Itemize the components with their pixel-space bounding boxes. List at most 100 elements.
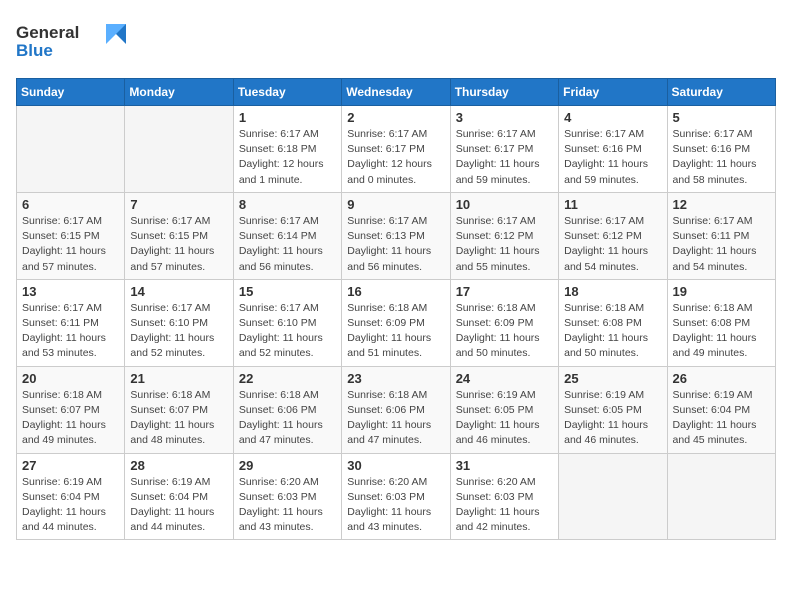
day-number: 20 xyxy=(22,371,119,386)
day-info: Sunrise: 6:18 AM Sunset: 6:06 PM Dayligh… xyxy=(239,388,336,449)
calendar-table: SundayMondayTuesdayWednesdayThursdayFrid… xyxy=(16,78,776,540)
day-info: Sunrise: 6:17 AM Sunset: 6:17 PM Dayligh… xyxy=(347,127,444,188)
day-number: 5 xyxy=(673,110,770,125)
day-info: Sunrise: 6:18 AM Sunset: 6:08 PM Dayligh… xyxy=(564,301,661,362)
svg-text:Blue: Blue xyxy=(16,41,53,60)
day-number: 19 xyxy=(673,284,770,299)
day-info: Sunrise: 6:18 AM Sunset: 6:07 PM Dayligh… xyxy=(130,388,227,449)
day-info: Sunrise: 6:19 AM Sunset: 6:05 PM Dayligh… xyxy=(564,388,661,449)
day-info: Sunrise: 6:19 AM Sunset: 6:04 PM Dayligh… xyxy=(130,475,227,536)
calendar-cell: 1 Sunrise: 6:17 AM Sunset: 6:18 PM Daylig… xyxy=(233,106,341,193)
calendar-cell: 15 Sunrise: 6:17 AM Sunset: 6:10 PM Dayli… xyxy=(233,279,341,366)
day-number: 26 xyxy=(673,371,770,386)
day-number: 7 xyxy=(130,197,227,212)
calendar-cell: 12 Sunrise: 6:17 AM Sunset: 6:11 PM Dayli… xyxy=(667,192,775,279)
day-info: Sunrise: 6:18 AM Sunset: 6:08 PM Dayligh… xyxy=(673,301,770,362)
calendar-week-row: 6 Sunrise: 6:17 AM Sunset: 6:15 PM Daylig… xyxy=(17,192,776,279)
day-number: 29 xyxy=(239,458,336,473)
day-number: 9 xyxy=(347,197,444,212)
day-number: 30 xyxy=(347,458,444,473)
calendar-cell: 20 Sunrise: 6:18 AM Sunset: 6:07 PM Dayli… xyxy=(17,366,125,453)
day-number: 24 xyxy=(456,371,553,386)
calendar-week-row: 27 Sunrise: 6:19 AM Sunset: 6:04 PM Dayli… xyxy=(17,453,776,540)
calendar-cell: 13Sunrise: 6:17 AM Sunset: 6:11 PM Dayli… xyxy=(17,279,125,366)
day-info: Sunrise: 6:18 AM Sunset: 6:09 PM Dayligh… xyxy=(347,301,444,362)
day-number: 10 xyxy=(456,197,553,212)
calendar-cell: 8 Sunrise: 6:17 AM Sunset: 6:14 PM Daylig… xyxy=(233,192,341,279)
calendar-cell xyxy=(667,453,775,540)
day-number: 6 xyxy=(22,197,119,212)
calendar-cell: 22Sunrise: 6:18 AM Sunset: 6:06 PM Dayli… xyxy=(233,366,341,453)
calendar-cell: 6 Sunrise: 6:17 AM Sunset: 6:15 PM Daylig… xyxy=(17,192,125,279)
day-info: Sunrise: 6:18 AM Sunset: 6:09 PM Dayligh… xyxy=(456,301,553,362)
header-tuesday: Tuesday xyxy=(233,79,341,106)
calendar-cell: 31Sunrise: 6:20 AM Sunset: 6:03 PM Dayli… xyxy=(450,453,558,540)
day-number: 15 xyxy=(239,284,336,299)
header-wednesday: Wednesday xyxy=(342,79,450,106)
calendar-cell: 25 Sunrise: 6:19 AM Sunset: 6:05 PM Dayli… xyxy=(559,366,667,453)
day-number: 2 xyxy=(347,110,444,125)
day-info: Sunrise: 6:17 AM Sunset: 6:17 PM Dayligh… xyxy=(456,127,553,188)
calendar-cell: 23Sunrise: 6:18 AM Sunset: 6:06 PM Dayli… xyxy=(342,366,450,453)
day-info: Sunrise: 6:20 AM Sunset: 6:03 PM Dayligh… xyxy=(456,475,553,536)
day-info: Sunrise: 6:18 AM Sunset: 6:07 PM Dayligh… xyxy=(22,388,119,449)
calendar-cell: 24 Sunrise: 6:19 AM Sunset: 6:05 PM Dayli… xyxy=(450,366,558,453)
day-number: 21 xyxy=(130,371,227,386)
day-number: 27 xyxy=(22,458,119,473)
header-thursday: Thursday xyxy=(450,79,558,106)
day-info: Sunrise: 6:20 AM Sunset: 6:03 PM Dayligh… xyxy=(239,475,336,536)
day-info: Sunrise: 6:19 AM Sunset: 6:04 PM Dayligh… xyxy=(673,388,770,449)
day-number: 18 xyxy=(564,284,661,299)
header-monday: Monday xyxy=(125,79,233,106)
day-number: 8 xyxy=(239,197,336,212)
day-number: 16 xyxy=(347,284,444,299)
day-info: Sunrise: 6:17 AM Sunset: 6:11 PM Dayligh… xyxy=(673,214,770,275)
day-number: 12 xyxy=(673,197,770,212)
calendar-cell: 3 Sunrise: 6:17 AM Sunset: 6:17 PM Daylig… xyxy=(450,106,558,193)
day-info: Sunrise: 6:17 AM Sunset: 6:15 PM Dayligh… xyxy=(22,214,119,275)
day-info: Sunrise: 6:17 AM Sunset: 6:16 PM Dayligh… xyxy=(564,127,661,188)
calendar-cell: 19 Sunrise: 6:18 AM Sunset: 6:08 PM Dayli… xyxy=(667,279,775,366)
calendar-week-row: 1 Sunrise: 6:17 AM Sunset: 6:18 PM Daylig… xyxy=(17,106,776,193)
day-number: 1 xyxy=(239,110,336,125)
calendar-cell: 14 Sunrise: 6:17 AM Sunset: 6:10 PM Dayli… xyxy=(125,279,233,366)
day-info: Sunrise: 6:17 AM Sunset: 6:16 PM Dayligh… xyxy=(673,127,770,188)
day-info: Sunrise: 6:20 AM Sunset: 6:03 PM Dayligh… xyxy=(347,475,444,536)
day-number: 25 xyxy=(564,371,661,386)
day-number: 3 xyxy=(456,110,553,125)
day-info: Sunrise: 6:17 AM Sunset: 6:13 PM Dayligh… xyxy=(347,214,444,275)
day-info: Sunrise: 6:18 AM Sunset: 6:06 PM Dayligh… xyxy=(347,388,444,449)
calendar-cell: 28 Sunrise: 6:19 AM Sunset: 6:04 PM Dayli… xyxy=(125,453,233,540)
header-saturday: Saturday xyxy=(667,79,775,106)
calendar-cell: 9 Sunrise: 6:17 AM Sunset: 6:13 PM Daylig… xyxy=(342,192,450,279)
calendar-cell: 16 Sunrise: 6:18 AM Sunset: 6:09 PM Dayli… xyxy=(342,279,450,366)
calendar-cell: 29 Sunrise: 6:20 AM Sunset: 6:03 PM Dayli… xyxy=(233,453,341,540)
logo-wordmark: General Blue xyxy=(16,16,126,66)
day-info: Sunrise: 6:17 AM Sunset: 6:10 PM Dayligh… xyxy=(239,301,336,362)
calendar-cell: 27 Sunrise: 6:19 AM Sunset: 6:04 PM Dayli… xyxy=(17,453,125,540)
page-header: General Blue xyxy=(16,16,776,66)
calendar-cell xyxy=(125,106,233,193)
logo: General Blue xyxy=(16,16,126,66)
calendar-cell: 17Sunrise: 6:18 AM Sunset: 6:09 PM Dayli… xyxy=(450,279,558,366)
day-info: Sunrise: 6:17 AM Sunset: 6:14 PM Dayligh… xyxy=(239,214,336,275)
calendar-week-row: 13Sunrise: 6:17 AM Sunset: 6:11 PM Dayli… xyxy=(17,279,776,366)
day-info: Sunrise: 6:19 AM Sunset: 6:04 PM Dayligh… xyxy=(22,475,119,536)
calendar-cell: 4Sunrise: 6:17 AM Sunset: 6:16 PM Daylig… xyxy=(559,106,667,193)
svg-text:General: General xyxy=(16,23,79,42)
day-info: Sunrise: 6:17 AM Sunset: 6:18 PM Dayligh… xyxy=(239,127,336,188)
calendar-header-row: SundayMondayTuesdayWednesdayThursdayFrid… xyxy=(17,79,776,106)
calendar-week-row: 20 Sunrise: 6:18 AM Sunset: 6:07 PM Dayli… xyxy=(17,366,776,453)
day-info: Sunrise: 6:19 AM Sunset: 6:05 PM Dayligh… xyxy=(456,388,553,449)
calendar-cell: 7Sunrise: 6:17 AM Sunset: 6:15 PM Daylig… xyxy=(125,192,233,279)
calendar-cell: 11Sunrise: 6:17 AM Sunset: 6:12 PM Dayli… xyxy=(559,192,667,279)
day-number: 28 xyxy=(130,458,227,473)
header-friday: Friday xyxy=(559,79,667,106)
calendar-cell: 26 Sunrise: 6:19 AM Sunset: 6:04 PM Dayli… xyxy=(667,366,775,453)
calendar-cell: 2 Sunrise: 6:17 AM Sunset: 6:17 PM Daylig… xyxy=(342,106,450,193)
day-number: 14 xyxy=(130,284,227,299)
calendar-cell xyxy=(559,453,667,540)
header-sunday: Sunday xyxy=(17,79,125,106)
day-number: 13 xyxy=(22,284,119,299)
day-info: Sunrise: 6:17 AM Sunset: 6:10 PM Dayligh… xyxy=(130,301,227,362)
